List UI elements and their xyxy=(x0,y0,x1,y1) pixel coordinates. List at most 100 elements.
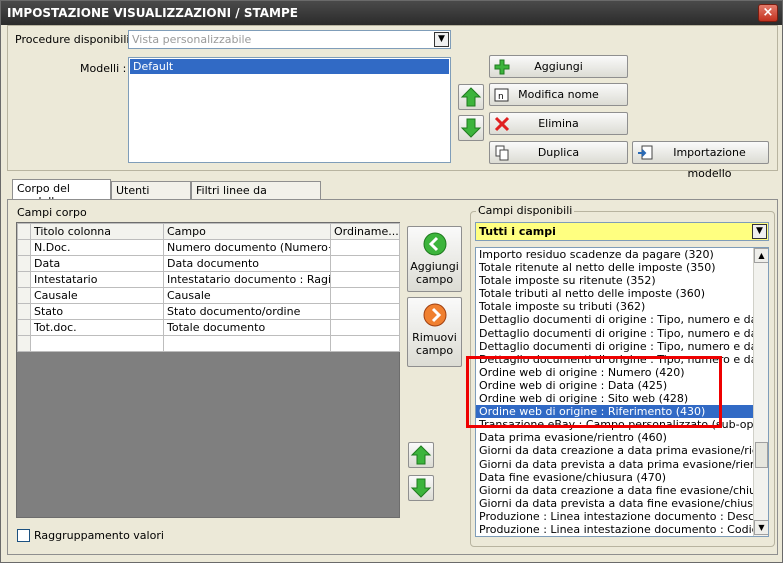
rename-icon: n xyxy=(494,88,509,102)
chevron-down-icon[interactable]: ▼ xyxy=(752,224,767,239)
highlight-box xyxy=(466,356,722,428)
list-item[interactable]: Totale imposte su ritenute (352) xyxy=(476,274,753,287)
duplicate-icon xyxy=(495,145,509,161)
table-cell[interactable] xyxy=(163,335,331,352)
importazione-modello-button[interactable]: Importazione modello xyxy=(632,141,769,180)
list-item[interactable]: Importo residuo scadenze da pagare (320) xyxy=(476,248,753,261)
table-row[interactable]: Data Data documento xyxy=(17,255,400,272)
aggiungi-button[interactable]: Aggiungi xyxy=(489,55,628,78)
tab-corpo-del-modello[interactable]: Corpo del modello xyxy=(12,179,111,208)
table-cell[interactable]: N.Doc. xyxy=(30,239,164,256)
table-cell[interactable]: Data documento xyxy=(163,255,331,272)
list-item[interactable]: Giorni da data creazione a data prima ev… xyxy=(476,444,768,457)
table-cell[interactable]: Tot.doc. xyxy=(30,319,164,336)
campi-filter-select[interactable]: Tutti i campi ▼ xyxy=(475,222,769,241)
tab-filtri-linee[interactable]: Filtri linee da visualizzare xyxy=(191,181,321,210)
table-cell[interactable]: Numero documento (Numero+... xyxy=(163,239,331,256)
list-item[interactable]: Dettaglio documenti di origine : Tipo, n… xyxy=(476,327,768,340)
list-item[interactable]: Giorni da data creazione a data fine eva… xyxy=(476,484,768,497)
table-cell[interactable] xyxy=(330,287,400,304)
list-item[interactable]: Data fine evasione/chiusura (470) xyxy=(476,471,753,484)
table-row[interactable]: Causale Causale xyxy=(17,287,400,304)
table-cell[interactable] xyxy=(330,271,400,288)
table-row[interactable]: Tot.doc. Totale documento xyxy=(17,319,400,336)
column-header[interactable]: Ordiname... xyxy=(330,223,400,240)
row-header[interactable] xyxy=(17,287,31,304)
scroll-up-icon[interactable]: ▲ xyxy=(754,248,768,263)
row-header[interactable] xyxy=(17,239,31,256)
list-item[interactable]: Totale tributi al netto delle imposte (3… xyxy=(476,287,753,300)
table-cell[interactable] xyxy=(330,335,400,352)
table-cell[interactable] xyxy=(330,319,400,336)
procedure-label: Procedure disponibili : xyxy=(15,33,137,46)
list-item[interactable]: Data prima evasione/rientro (460) xyxy=(476,431,753,444)
delete-x-icon xyxy=(494,116,510,132)
move-up-button[interactable] xyxy=(458,84,484,110)
arrow-down-icon xyxy=(410,478,432,498)
dialog-window: IMPOSTAZIONE VISUALIZZAZIONI / STAMPE × … xyxy=(0,0,783,563)
modelli-label: Modelli : xyxy=(80,62,127,75)
table-row[interactable]: Intestatario Intestatario documento : Rag… xyxy=(17,271,400,288)
procedure-select[interactable]: Vista personalizzabile ▼ xyxy=(128,30,451,49)
table-cell[interactable]: Causale xyxy=(30,287,164,304)
chevron-down-icon[interactable]: ▼ xyxy=(434,32,449,47)
list-item[interactable]: Produzione : Linea intestazione document… xyxy=(476,510,768,523)
aggiungi-campo-label-1: Aggiungi xyxy=(410,260,459,273)
elimina-label: Elimina xyxy=(538,117,579,130)
field-move-up-button[interactable] xyxy=(408,442,434,468)
aggiungi-label: Aggiungi xyxy=(534,60,583,73)
raggruppamento-label: Raggruppamento valori xyxy=(34,529,164,542)
list-item[interactable]: Dettaglio documenti di origine : Tipo, n… xyxy=(476,313,768,326)
table-cell[interactable]: Causale xyxy=(163,287,331,304)
table-row[interactable]: N.Doc. Numero documento (Numero+... xyxy=(17,239,400,256)
field-move-down-button[interactable] xyxy=(408,475,434,501)
row-header[interactable] xyxy=(17,319,31,336)
modifica-nome-button[interactable]: n Modifica nome xyxy=(489,83,628,106)
elimina-button[interactable]: Elimina xyxy=(489,112,628,135)
importazione-modello-label: Importazione modello xyxy=(673,146,746,180)
scrollbar-thumb[interactable] xyxy=(755,442,768,468)
table-cell[interactable] xyxy=(330,239,400,256)
plus-icon xyxy=(494,59,510,75)
window-title: IMPOSTAZIONE VISUALIZZAZIONI / STAMPE xyxy=(7,6,298,20)
tab-utenti-abilitati[interactable]: Utenti abilitati xyxy=(111,181,191,210)
campi-corpo-label: Campi corpo xyxy=(17,206,87,219)
column-header[interactable]: Titolo colonna xyxy=(30,223,164,240)
list-item[interactable]: Dettaglio documenti di origine : Tipo, n… xyxy=(476,340,768,353)
row-header[interactable] xyxy=(17,335,31,352)
row-header[interactable] xyxy=(17,271,31,288)
row-header[interactable] xyxy=(17,303,31,320)
modelli-list[interactable]: Default xyxy=(128,57,451,163)
table-cell[interactable]: Stato documento/ordine xyxy=(163,303,331,320)
table-cell[interactable]: Intestatario documento : Ragi... xyxy=(163,271,331,288)
list-item[interactable]: Default xyxy=(130,59,449,74)
table-row[interactable] xyxy=(17,335,400,352)
list-item[interactable]: Giorni da data prevista a data fine evas… xyxy=(476,497,768,510)
title-bar: IMPOSTAZIONE VISUALIZZAZIONI / STAMPE × xyxy=(1,1,782,25)
list-item[interactable]: Totale imposte su tributi (362) xyxy=(476,300,753,313)
rimuovi-campo-button[interactable]: Rimuovi campo xyxy=(407,297,462,367)
modifica-nome-label: Modifica nome xyxy=(518,88,599,101)
table-cell[interactable]: Intestatario xyxy=(30,271,164,288)
list-item[interactable]: Produzione : Linea intestazione document… xyxy=(476,523,768,536)
scroll-down-icon[interactable]: ▼ xyxy=(754,520,768,535)
aggiungi-campo-button[interactable]: Aggiungi campo xyxy=(407,226,462,292)
raggruppamento-checkbox[interactable] xyxy=(17,529,30,542)
list-item[interactable]: Totale ritenute al netto delle imposte (… xyxy=(476,261,753,274)
row-header[interactable] xyxy=(17,255,31,272)
table-cell[interactable]: Totale documento xyxy=(163,319,331,336)
duplica-label: Duplica xyxy=(537,146,580,159)
svg-text:n: n xyxy=(498,92,504,102)
list-scrollbar[interactable]: ▲ ▼ xyxy=(753,248,768,536)
table-cell[interactable] xyxy=(330,255,400,272)
table-cell[interactable] xyxy=(330,303,400,320)
table-cell[interactable]: Data xyxy=(30,255,164,272)
column-header[interactable]: Campo xyxy=(163,223,331,240)
table-cell[interactable]: Stato xyxy=(30,303,164,320)
duplica-button[interactable]: Duplica xyxy=(489,141,628,164)
table-row[interactable]: Stato Stato documento/ordine xyxy=(17,303,400,320)
close-button[interactable]: × xyxy=(758,4,778,22)
list-item[interactable]: Giorni da data prevista a data prima eva… xyxy=(476,458,768,471)
table-cell[interactable] xyxy=(30,335,164,352)
move-down-button[interactable] xyxy=(458,115,484,141)
